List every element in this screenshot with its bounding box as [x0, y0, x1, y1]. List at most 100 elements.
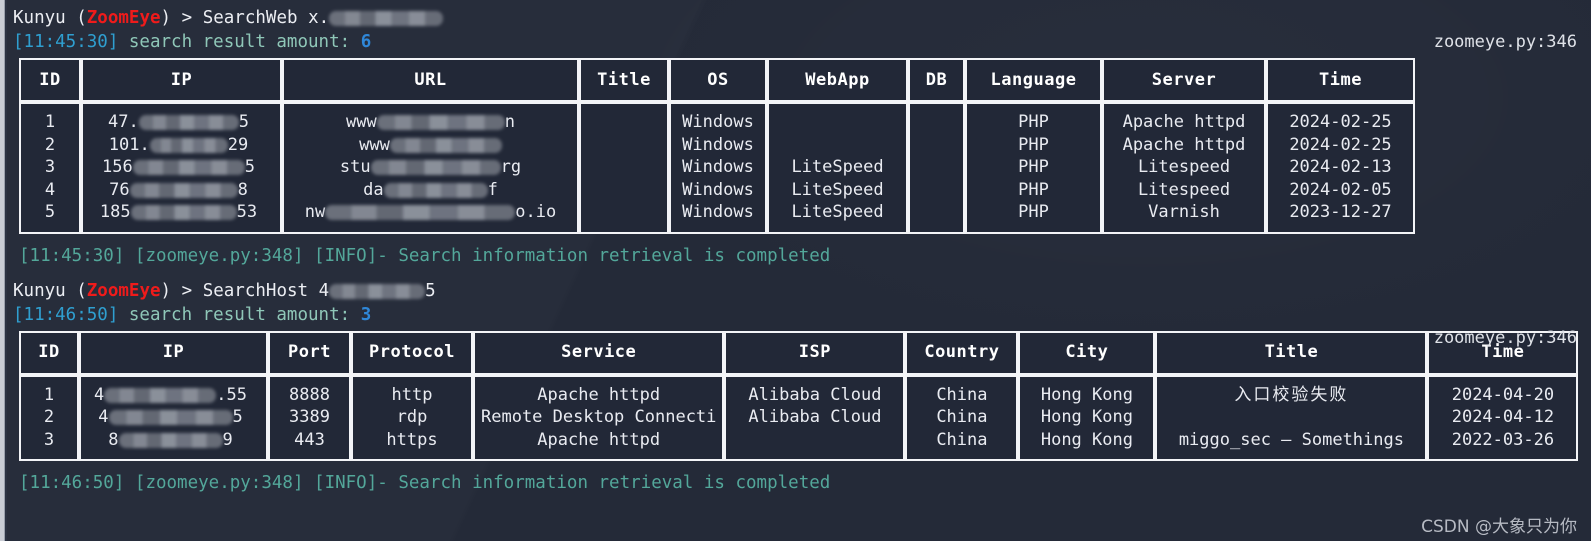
cell-value: [587, 201, 661, 224]
cell-value: 1: [43, 384, 55, 405]
log-message: Search information retrieval is complete…: [398, 245, 831, 266]
cell-value: [732, 429, 897, 452]
command-prompt-line-1[interactable]: Kunyu (ZoomEye) > SearchHost 4 5: [13, 279, 1591, 304]
command-prompt-line-0[interactable]: Kunyu (ZoomEye) > SearchWeb x.: [13, 6, 1591, 31]
cell-value: 45: [87, 406, 254, 429]
column-cells-isp: Alibaba Cloud Alibaba Cloud: [724, 374, 906, 461]
cell-value: Windows: [682, 134, 754, 155]
redaction-bar: [132, 160, 245, 175]
redaction-bar: [370, 160, 501, 175]
cell-value: Apache httpd: [1122, 134, 1246, 155]
result-amount-line-1: [11:46:50] search result amount: 3: [13, 304, 1591, 327]
column-header-webapp: WebApp: [767, 58, 908, 102]
cell-value: 89: [87, 429, 254, 452]
column-cells-os: Windows Windows Windows Windows Windows: [669, 102, 767, 234]
log-message: Search information retrieval is complete…: [398, 473, 831, 493]
cell-value: 2024-02-25: [1289, 134, 1392, 155]
result-timestamp: [11:45:30]: [13, 32, 119, 52]
cell-value: 76 8: [89, 179, 268, 202]
cell-value: [587, 134, 661, 157]
column-header-city: City: [1018, 330, 1156, 375]
cell-text-suffix: f: [487, 179, 498, 200]
cell-value: 5: [44, 202, 56, 222]
window-left-scrollbar[interactable]: [0, 0, 7, 541]
cell-value: LiteSpeed: [791, 157, 884, 177]
cell-value: 入口校验失败: [1234, 384, 1349, 405]
cell-text-prefix: 4: [94, 384, 105, 405]
source-reference-1: zoomeye.py:346: [1433, 328, 1577, 348]
cell-value: 2: [43, 407, 55, 427]
redaction-bar: [118, 432, 223, 448]
column-cells-port: 8888 3389 443: [268, 374, 351, 461]
source-reference-0: zoomeye.py:346: [1433, 32, 1577, 52]
column-header-os: OS: [669, 58, 767, 102]
cell-value: 3: [44, 157, 56, 177]
cell-value: China: [936, 429, 988, 450]
prompt-paren-close: ) >: [160, 280, 203, 301]
cell-text-prefix: 101.: [108, 134, 150, 155]
terminal-content: Kunyu (ZoomEye) > SearchWeb x. [11:45:30]…: [7, 0, 1591, 541]
result-amount-line-0: [11:45:30] search result amount: 6: [13, 31, 1591, 54]
terminal-window: Kunyu (ZoomEye) > SearchWeb x. [11:45:30]…: [0, 0, 1591, 541]
redaction-bar: [108, 410, 233, 425]
cell-value: Remote Desktop Connecti: [481, 407, 717, 427]
command-arg-prefix: 4: [318, 280, 330, 301]
cell-value: PHP: [1018, 112, 1049, 132]
completion-log-line-1: [11:46:50] [zoomeye.py:348] [INFO]- Sear…: [19, 472, 1591, 495]
cell-value: [916, 156, 957, 179]
cell-text-prefix: www: [359, 134, 390, 155]
redaction-bar: [329, 283, 426, 299]
column-header-protocol: Protocol: [351, 330, 473, 375]
column-cells-server: Apache httpd Apache httpd Litespeed Litespe…: [1102, 102, 1266, 234]
cell-value: 8888: [289, 384, 330, 405]
cell-value: Varnish: [1148, 202, 1220, 222]
cell-value: da f: [290, 179, 571, 202]
cell-value: nw o.io: [290, 201, 571, 224]
command-arg-prefix: x.: [308, 8, 330, 28]
cell-value: [775, 134, 900, 157]
csdn-watermark: CSDN @大象只为你: [1421, 517, 1577, 537]
prompt-paren-open: (: [65, 280, 87, 301]
cell-value: Hong Kong: [1040, 429, 1133, 450]
cell-value: PHP: [1018, 157, 1049, 177]
cell-text-suffix: 9: [222, 429, 233, 450]
result-amount-value: 6: [360, 32, 372, 52]
table-body-row: 1 2 3 4 5 47. 5 101. 29 156 5 76 8 185 53 www n www stu rg d…: [19, 102, 1415, 234]
cell-text-suffix: 29: [227, 134, 249, 155]
cell-text-suffix: 5: [232, 407, 243, 427]
column-cells-protocol: http rdp https: [351, 374, 473, 461]
cell-value: 47. 5: [89, 111, 268, 134]
cell-value: [587, 179, 661, 202]
result-amount-value: 3: [360, 304, 372, 325]
column-header-service: Service: [473, 330, 725, 375]
cell-value: 1: [44, 112, 56, 132]
column-cells-db: [908, 102, 965, 234]
results-table-wrapper-1: ID IP Port Protocol Service ISP Country City Tit…: [19, 330, 1591, 461]
cell-text-suffix: o.io: [515, 202, 557, 222]
redaction-bar: [325, 205, 516, 220]
prompt-engine-name: ZoomEye: [86, 280, 161, 301]
cell-value: [1163, 406, 1419, 429]
cell-value: [587, 111, 661, 134]
cell-value: 3: [43, 429, 55, 450]
cell-value: Alibaba Cloud: [748, 384, 882, 405]
log-timestamp: [11:46:50]: [19, 473, 135, 493]
cell-value: PHP: [1018, 134, 1049, 155]
cell-value: 443: [294, 429, 325, 450]
prompt-user: Kunyu: [13, 8, 66, 28]
cell-value: 2023-12-27: [1289, 202, 1392, 222]
cell-value: Hong Kong: [1040, 407, 1133, 427]
redaction-bar: [104, 387, 217, 403]
column-cells-city: Hong Kong Hong Kong Hong Kong: [1018, 374, 1156, 461]
cell-value: 4.55: [87, 384, 254, 407]
cell-text-suffix: 8: [237, 179, 248, 200]
column-cells-id: 123: [19, 374, 79, 461]
prompt-engine-name: ZoomEye: [86, 8, 161, 28]
cell-value: Windows: [682, 179, 754, 200]
result-timestamp: [11:46:50]: [13, 304, 119, 325]
cell-value: China: [936, 407, 988, 427]
column-header-ip: IP: [79, 330, 268, 375]
results-table-0: ID IP URL Title OS WebApp DB Language Server Time…: [19, 58, 1415, 234]
command-space: [308, 281, 319, 301]
result-amount-label: search result amount:: [118, 304, 361, 325]
